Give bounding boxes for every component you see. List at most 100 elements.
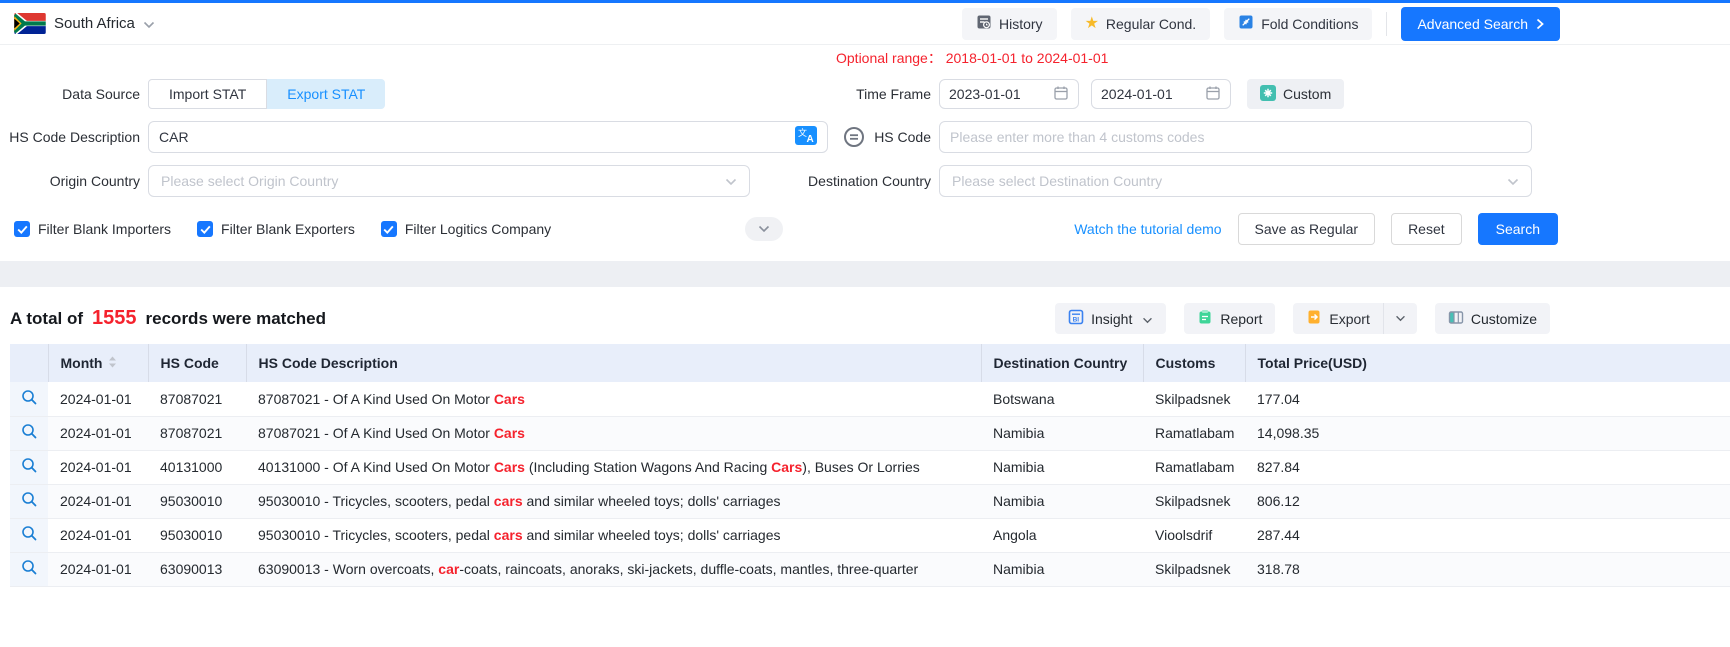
- custom-label: Custom: [1283, 86, 1331, 102]
- insight-button[interactable]: BI Insight: [1055, 303, 1166, 334]
- time-frame-from-input[interactable]: [939, 79, 1079, 109]
- export-button[interactable]: Export: [1293, 303, 1382, 334]
- export-label: Export: [1329, 311, 1369, 327]
- calendar-icon: [1205, 85, 1221, 104]
- hs-code-cell: 87087021: [148, 416, 246, 450]
- fold-conditions-button[interactable]: Fold Conditions: [1224, 8, 1372, 40]
- keyword-highlight: cars: [494, 493, 523, 509]
- row-detail-cell: [10, 450, 48, 484]
- chevron-down-icon: [1142, 311, 1153, 327]
- country-name: South Africa: [54, 15, 135, 32]
- data-source-label: Data Source: [0, 86, 140, 102]
- optional-range-text: Optional range： 2018-01-01 to 2024-01-01: [836, 49, 1532, 67]
- table-row: 2024-01-018708702187087021 - Of A Kind U…: [10, 382, 1730, 416]
- svg-text:A: A: [807, 134, 814, 145]
- date-to-field[interactable]: [1101, 86, 1199, 102]
- destination-country-cell: Namibia: [981, 484, 1143, 518]
- export-icon: [1306, 309, 1322, 328]
- total-price-cell: 806.12: [1245, 484, 1730, 518]
- origin-country-select[interactable]: Please select Origin Country: [148, 165, 750, 197]
- reset-button[interactable]: Reset: [1391, 213, 1462, 245]
- month-cell: 2024-01-01: [48, 484, 148, 518]
- custom-icon: [1260, 85, 1276, 104]
- origin-country-placeholder: Please select Origin Country: [161, 173, 725, 189]
- destination-country-select[interactable]: Please select Destination Country: [939, 165, 1532, 197]
- row-detail-cell: [10, 552, 48, 586]
- date-from-field[interactable]: [949, 86, 1047, 102]
- total-count: 1555: [92, 307, 137, 330]
- results-table: Month HS Code HS Code Description Destin…: [10, 344, 1730, 587]
- customize-label: Customize: [1471, 311, 1537, 327]
- customs-cell: Skilpadsnek: [1143, 382, 1245, 416]
- advanced-search-button[interactable]: Advanced Search: [1401, 7, 1560, 41]
- search-options-icon[interactable]: [842, 125, 866, 152]
- magnifier-icon[interactable]: [21, 525, 38, 542]
- report-label: Report: [1220, 311, 1262, 327]
- data-source-export-stat[interactable]: Export STAT: [267, 79, 385, 109]
- save-as-regular-button[interactable]: Save as Regular: [1238, 213, 1376, 245]
- chevron-down-icon: [725, 173, 737, 189]
- export-dropdown-toggle[interactable]: [1383, 303, 1417, 334]
- total-price-cell: 827.84: [1245, 450, 1730, 484]
- hs-code-cell: 40131000: [148, 450, 246, 484]
- hs-code-field[interactable]: [950, 129, 1521, 145]
- customize-button[interactable]: Customize: [1435, 303, 1550, 334]
- filter-logitics-company-label: Filter Logitics Company: [405, 221, 551, 237]
- regular-cond-label: Regular Cond.: [1106, 16, 1196, 32]
- insight-bi-icon: BI: [1068, 309, 1084, 328]
- filter-blank-exporters-checkbox[interactable]: Filter Blank Exporters: [197, 221, 355, 237]
- destination-country-cell: Namibia: [981, 552, 1143, 586]
- hs-description-input[interactable]: 文 A: [148, 121, 828, 153]
- customs-column-header: Customs: [1143, 344, 1245, 382]
- total-prefix: A total of: [10, 309, 83, 329]
- filter-blank-exporters-label: Filter Blank Exporters: [221, 221, 355, 237]
- month-cell: 2024-01-01: [48, 416, 148, 450]
- regular-cond-button[interactable]: ★ Regular Cond.: [1071, 8, 1211, 40]
- month-cell: 2024-01-01: [48, 382, 148, 416]
- country-selector[interactable]: South Africa: [14, 13, 155, 34]
- hs-description-label: HS Code Description: [0, 129, 140, 145]
- fold-conditions-icon: [1238, 14, 1254, 33]
- magnifier-icon[interactable]: [21, 559, 38, 576]
- collapse-conditions-toggle[interactable]: [745, 217, 783, 241]
- filter-logitics-company-checkbox[interactable]: Filter Logitics Company: [381, 221, 551, 237]
- data-source-import-stat[interactable]: Import STAT: [148, 79, 267, 109]
- total-suffix: records were matched: [146, 309, 326, 329]
- table-row: 2024-01-019503001095030010 - Tricycles, …: [10, 484, 1730, 518]
- filter-blank-importers-checkbox[interactable]: Filter Blank Importers: [14, 221, 171, 237]
- hs-code-input[interactable]: [939, 121, 1532, 153]
- filter-blank-importers-label: Filter Blank Importers: [38, 221, 171, 237]
- magnifier-icon[interactable]: [21, 423, 38, 440]
- results-title: A total of 1555 records were matched: [10, 307, 326, 330]
- magnifier-icon[interactable]: [21, 389, 38, 406]
- checkbox-checked-icon: [197, 221, 213, 237]
- tutorial-demo-link[interactable]: Watch the tutorial demo: [1074, 221, 1221, 237]
- keyword-highlight: Cars: [771, 459, 802, 475]
- origin-country-label: Origin Country: [0, 173, 140, 189]
- row-detail-cell: [10, 416, 48, 450]
- destination-country-cell: Namibia: [981, 416, 1143, 450]
- chevron-down-icon: [143, 16, 155, 32]
- time-frame-to-input[interactable]: [1091, 79, 1231, 109]
- report-button[interactable]: Report: [1184, 303, 1275, 334]
- customize-icon: [1448, 310, 1464, 328]
- keyword-highlight: cars: [494, 527, 523, 543]
- destination-country-cell: Namibia: [981, 450, 1143, 484]
- month-cell: 2024-01-01: [48, 552, 148, 586]
- history-button[interactable]: History: [962, 8, 1057, 40]
- customs-cell: Vioolsdrif: [1143, 518, 1245, 552]
- export-split-button: Export: [1293, 303, 1416, 334]
- magnifier-icon[interactable]: [21, 491, 38, 508]
- total-price-column-header: Total Price(USD): [1245, 344, 1730, 382]
- search-form: Optional range： 2018-01-01 to 2024-01-01…: [0, 45, 1730, 245]
- magnifier-icon[interactable]: [21, 457, 38, 474]
- total-price-cell: 318.78: [1245, 552, 1730, 586]
- detail-column-header: [10, 344, 48, 382]
- sort-carets-icon[interactable]: [108, 355, 117, 371]
- custom-range-button[interactable]: Custom: [1247, 79, 1344, 109]
- hs-description-field[interactable]: [159, 129, 795, 145]
- checkbox-checked-icon: [14, 221, 30, 237]
- translate-icon[interactable]: 文 A: [795, 126, 817, 148]
- destination-country-placeholder: Please select Destination Country: [952, 173, 1507, 189]
- search-button[interactable]: Search: [1478, 213, 1558, 245]
